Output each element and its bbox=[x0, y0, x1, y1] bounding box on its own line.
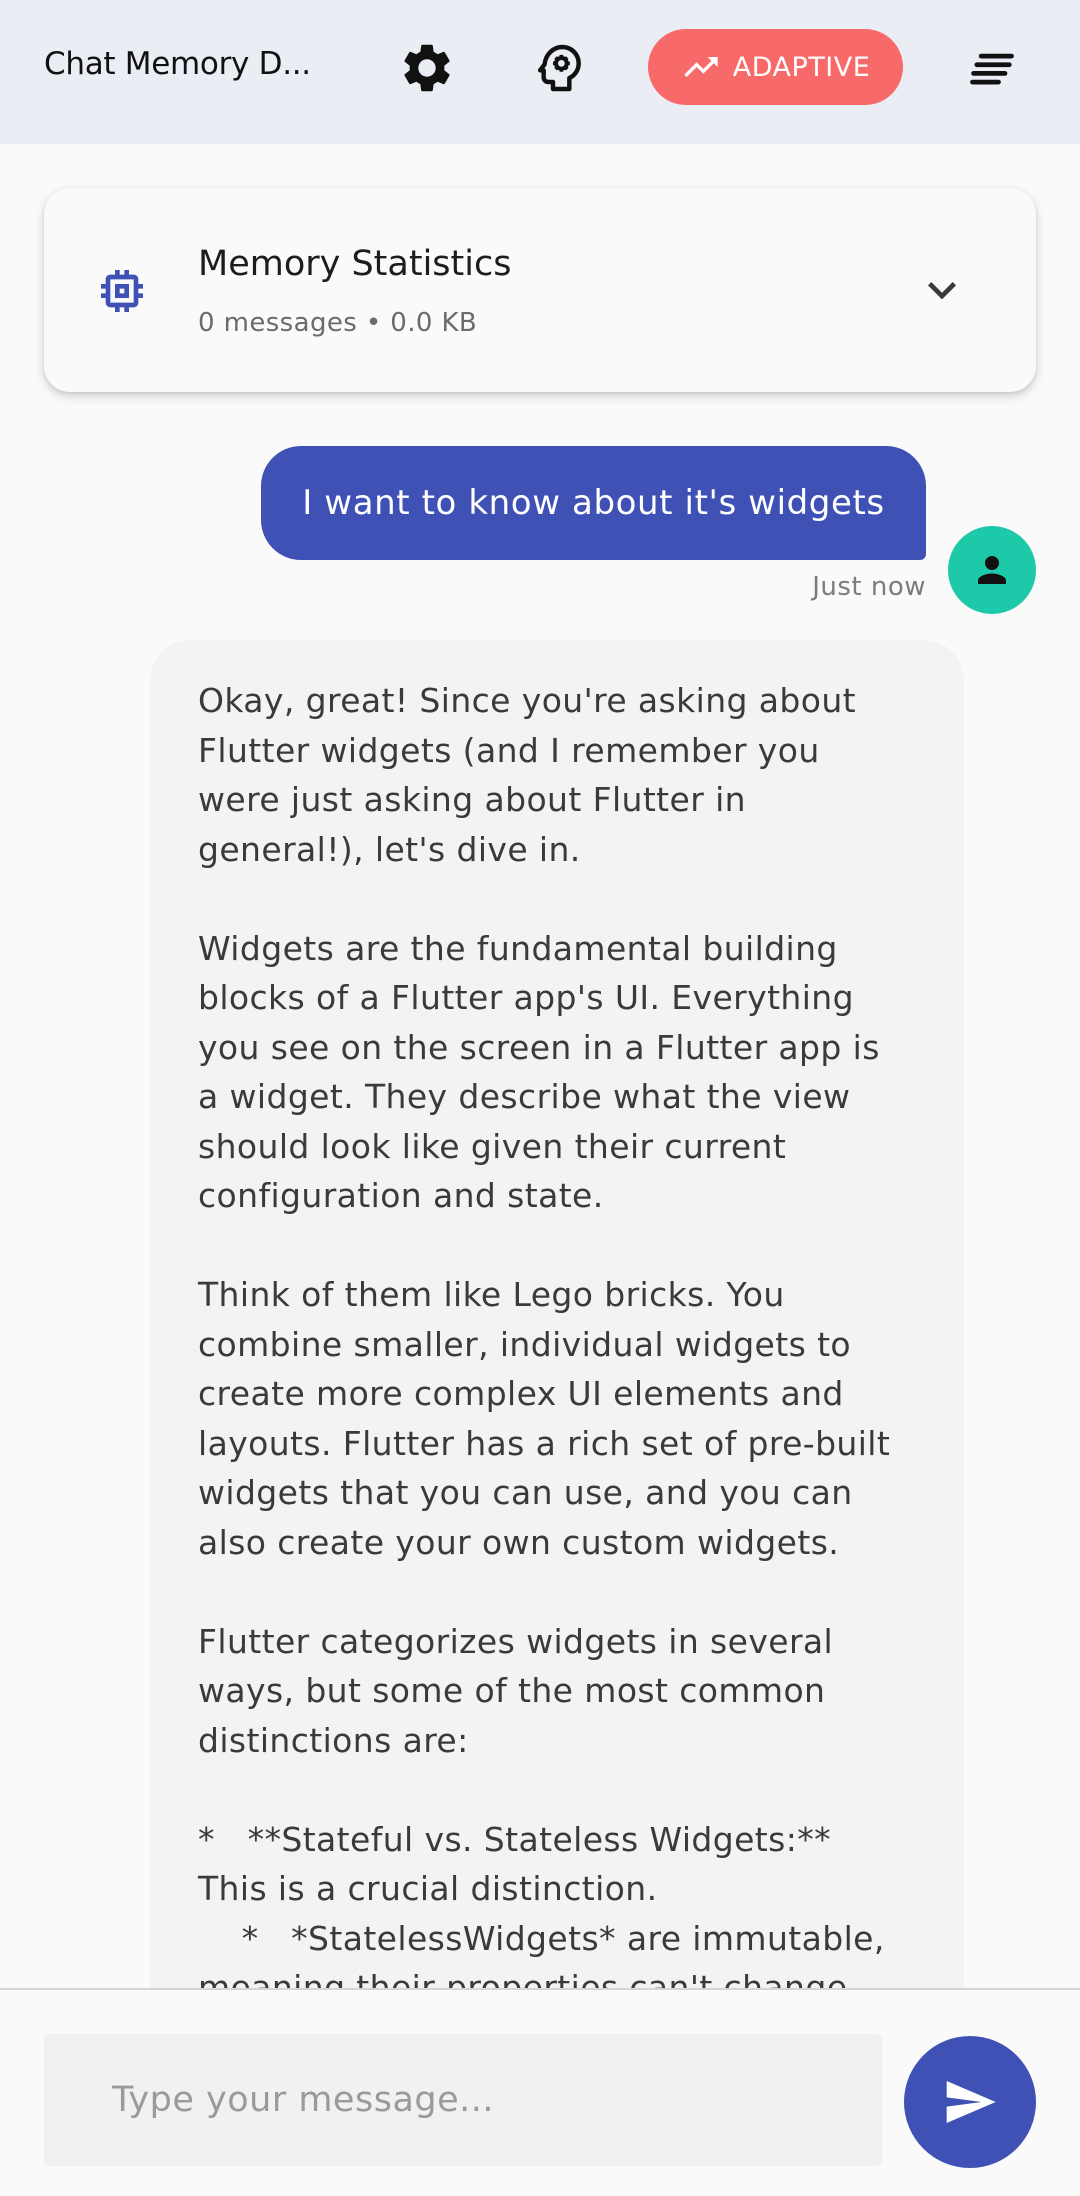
send-icon bbox=[946, 2081, 996, 2123]
settings-button[interactable] bbox=[391, 32, 463, 104]
person-icon bbox=[978, 556, 1006, 584]
sort-menu-icon bbox=[970, 53, 1014, 85]
memory-statistics-summary: 0 messages • 0.0 KB bbox=[198, 308, 478, 338]
memory-statistics-title: Memory Statistics bbox=[198, 244, 512, 284]
menu-button[interactable] bbox=[956, 32, 1028, 104]
user-message-bubble: I want to know about it's widgets bbox=[261, 446, 926, 560]
memory-chip-icon bbox=[101, 270, 143, 312]
message-timestamp: Just now bbox=[812, 572, 926, 602]
memory-statistics-card[interactable]: Memory Statistics 0 messages • 0.0 KB bbox=[44, 188, 1036, 392]
gear-icon bbox=[404, 44, 450, 92]
chevron-down-icon[interactable] bbox=[914, 262, 970, 318]
user-message-text: I want to know about it's widgets bbox=[302, 483, 885, 523]
assistant-message-text: Okay, great! Since you're asking about F… bbox=[198, 681, 891, 2007]
app-bar: Chat Memory D... ADAPTIVE bbox=[0, 0, 1080, 144]
adaptive-label: ADAPTIVE bbox=[732, 51, 871, 83]
message-input[interactable] bbox=[44, 2034, 882, 2166]
memory-insights-button[interactable] bbox=[524, 32, 596, 104]
message-composer bbox=[0, 1988, 1080, 2196]
trending-up-icon bbox=[684, 57, 718, 77]
assistant-message-bubble: Okay, great! Since you're asking about F… bbox=[150, 640, 964, 2040]
adaptive-mode-button[interactable]: ADAPTIVE bbox=[648, 29, 903, 105]
app-title: Chat Memory D... bbox=[44, 46, 311, 82]
user-avatar bbox=[948, 526, 1036, 614]
send-button[interactable] bbox=[904, 2036, 1036, 2168]
psychology-icon bbox=[537, 44, 581, 92]
